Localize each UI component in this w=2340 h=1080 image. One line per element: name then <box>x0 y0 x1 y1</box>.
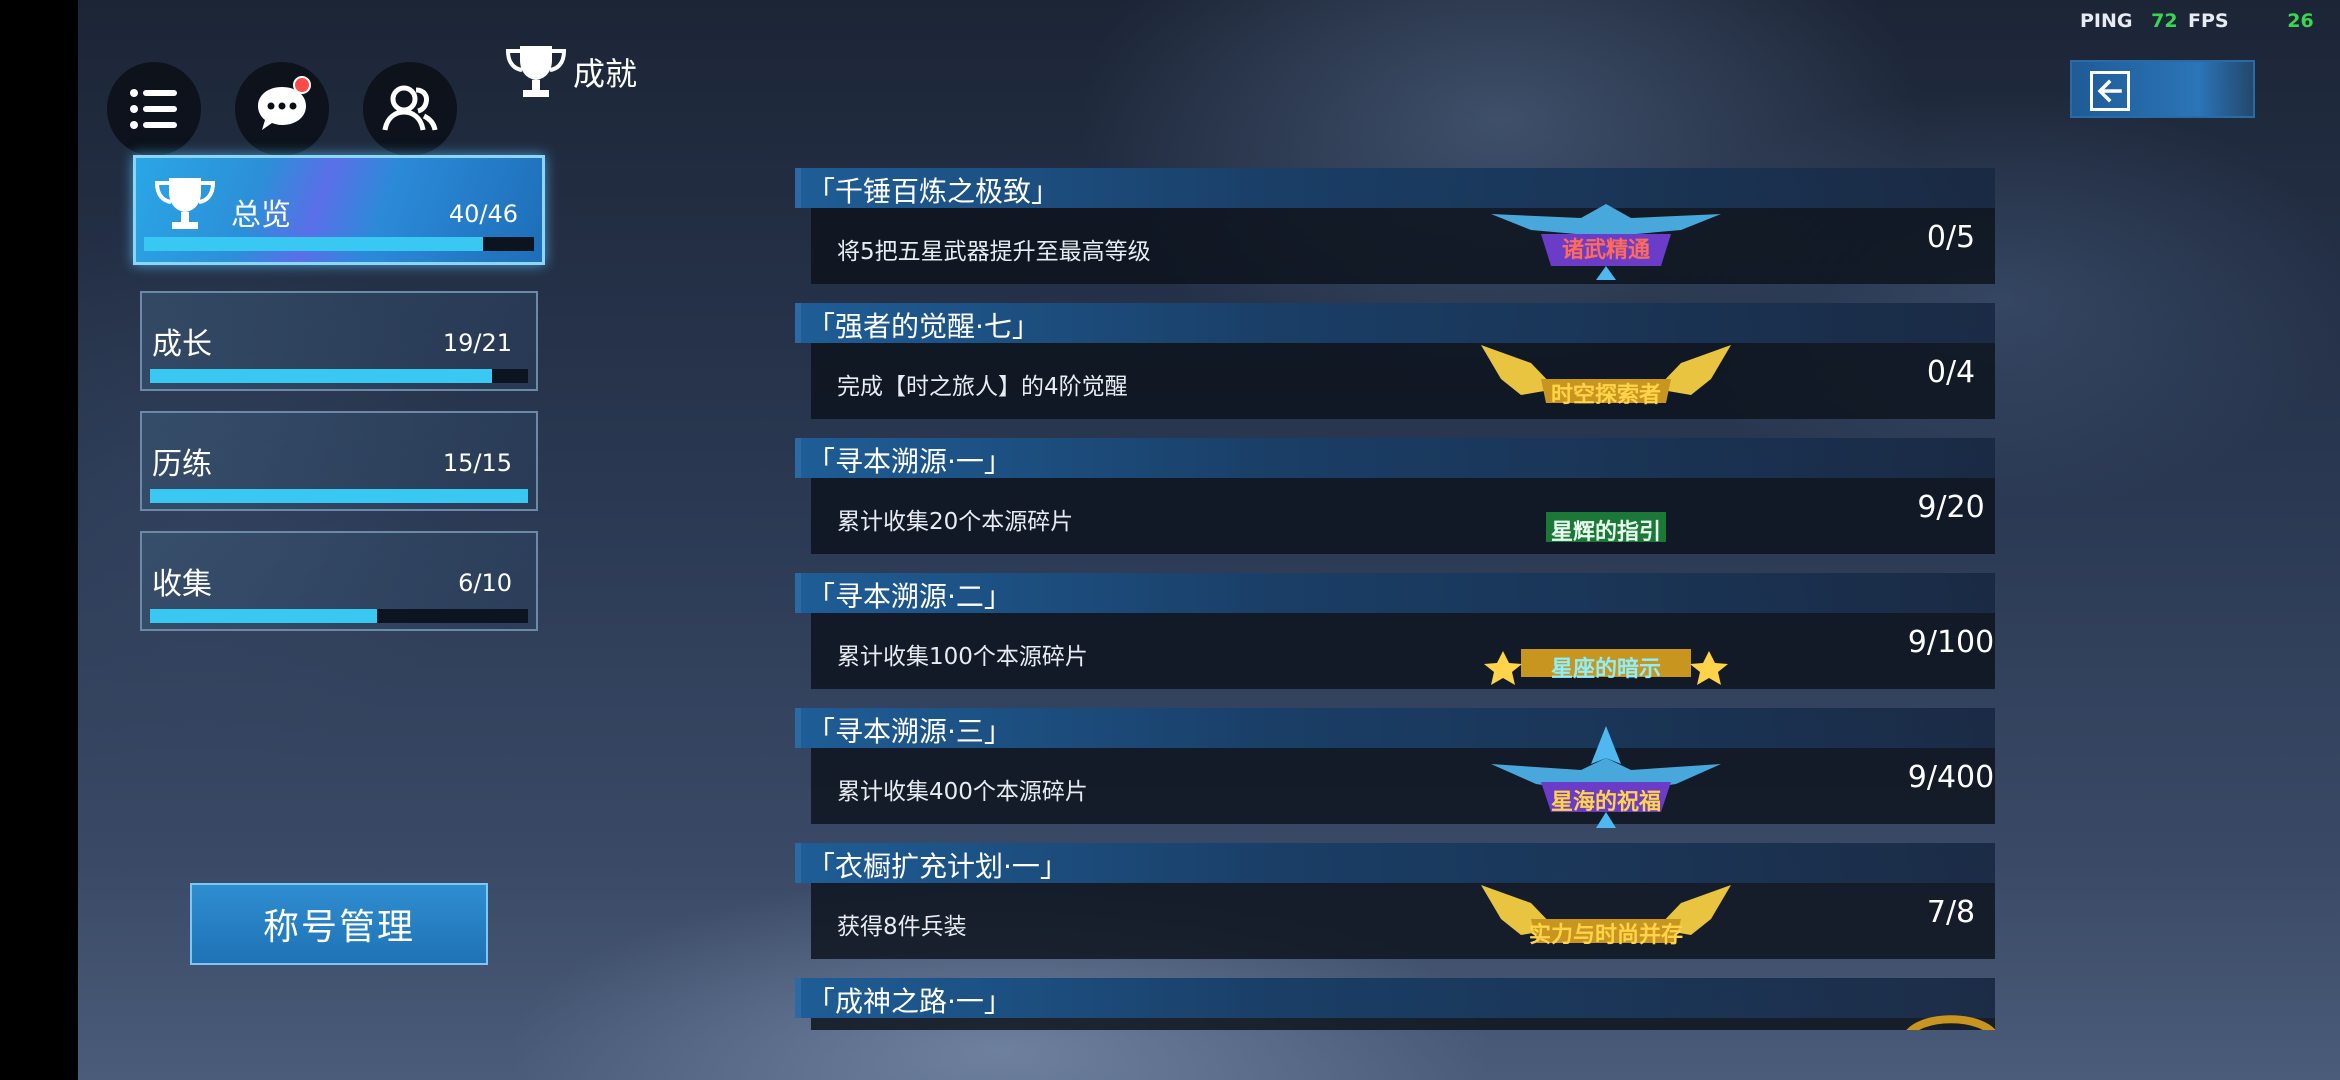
achievement-name: 「寻本溯源·二」 <box>807 580 1012 613</box>
achievement-progress: 9/20 <box>1917 490 1985 525</box>
trophy-icon <box>154 178 216 229</box>
achievement-body: 将5把五星武器提升至最高等级 诸武精通 0/5 <box>811 204 1995 284</box>
achievement-row: 「寻本溯源·二」 累计收集100个本源碎片 星座的暗示 9/100 <box>795 573 1995 693</box>
category-overview[interactable]: 总览 40/46 <box>133 155 545 265</box>
fps-label: FPS <box>2188 10 2229 32</box>
achievement-body: 获得8件兵装 实力与时尚并存 7/8 <box>811 883 1995 959</box>
achievement-name: 「千锤百炼之极致」 <box>807 175 1060 208</box>
title-badge-text: 星辉的指引 <box>1550 520 1661 545</box>
gold-wings-icon <box>1481 885 1731 943</box>
category-count: 6/10 <box>458 569 512 597</box>
title-badge-text: 星座的暗示 <box>1550 657 1661 682</box>
trophy-icon <box>505 46 567 97</box>
category-count: 19/21 <box>442 329 512 357</box>
achievement-name: 「衣橱扩充计划·一」 <box>807 850 1068 883</box>
friends-button[interactable] <box>363 62 457 156</box>
category-label: 成长 <box>152 327 212 362</box>
achievement-description: 获得8件兵装 <box>837 914 967 940</box>
menu-button[interactable] <box>107 62 201 156</box>
title-badge: 星辉的指引 <box>1461 454 1751 564</box>
back-button[interactable] <box>2070 60 2255 118</box>
title-badge-text: 实力与时尚并存 <box>1528 923 1683 948</box>
category-progress-fill <box>150 369 493 383</box>
ping-readout: PING 72 <box>2080 10 2178 32</box>
achievement-description: 累计收集100个本源碎片 <box>837 644 1088 670</box>
screen-edge <box>0 0 78 1080</box>
achievement-row-partial: 「成神之路·一」 <box>795 978 1995 1030</box>
category-training[interactable]: 历练 15/15 <box>140 411 538 511</box>
title-badge: 星座的暗示 <box>1461 589 1751 699</box>
category-progress-bar <box>150 489 528 503</box>
achievement-name: 「寻本溯源·三」 <box>807 715 1012 748</box>
title-badge-text: 诸武精通 <box>1561 238 1650 263</box>
ping-label: PING <box>2080 10 2133 32</box>
achievement-name-bar: 「强者的觉醒·七」 <box>795 303 1995 343</box>
achievement-description: 累计收集20个本源碎片 <box>837 509 1074 535</box>
achievement-progress: 7/8 <box>1926 895 1976 930</box>
title-badge: 时空探索者 <box>1461 319 1751 429</box>
title-badge: 实力与时尚并存 <box>1461 859 1751 969</box>
back-arrow-icon <box>2090 71 2130 111</box>
menu-icon <box>130 89 177 129</box>
notification-dot <box>293 76 311 94</box>
achievement-description: 累计收集400个本源碎片 <box>837 779 1088 805</box>
friends-icon <box>382 85 438 131</box>
chat-button[interactable] <box>235 62 329 156</box>
achievement-row: 「寻本溯源·三」 累计收集400个本源碎片 星海的祝福 9/400 <box>795 708 1995 828</box>
category-progress-fill <box>144 237 484 251</box>
achievement-row: 「寻本溯源·一」 累计收集20个本源碎片 星辉的指引 9/20 <box>795 438 1995 558</box>
category-label: 历练 <box>152 447 212 482</box>
achievement-name: 「寻本溯源·一」 <box>807 445 1012 478</box>
achievement-row: 「千锤百炼之极致」 将5把五星武器提升至最高等级 诸武精通 0/5 <box>795 168 1995 288</box>
achievement-name-bar: 「寻本溯源·一」 <box>795 438 1995 478</box>
green-plate-icon <box>1546 512 1666 542</box>
achievement-name-bar: 「寻本溯源·三」 <box>795 708 1995 748</box>
page-title-text: 成就 <box>573 55 638 93</box>
achievement-body: 累计收集20个本源碎片 星辉的指引 9/20 <box>811 478 1995 554</box>
category-count: 40/46 <box>448 200 518 228</box>
achievement-row: 「强者的觉醒·七」 完成【时之旅人】的4阶觉醒 时空探索者 0/4 <box>795 303 1995 423</box>
title-badge: 诸武精通 <box>1461 184 1751 294</box>
winged-crest-icon <box>1491 726 1721 828</box>
achievement-row: 「衣橱扩充计划·一」 获得8件兵装 实力与时尚并存 7/8 <box>795 843 1995 963</box>
achievement-description: 完成【时之旅人】的4阶觉醒 <box>837 374 1128 400</box>
achievement-name: 「成神之路·一」 <box>807 985 1012 1018</box>
achievement-name-bar: 「千锤百炼之极致」 <box>795 168 1995 208</box>
achievement-name-bar: 「衣橱扩充计划·一」 <box>795 843 1995 883</box>
category-count: 15/15 <box>442 449 512 477</box>
fps-readout: FPS 26 <box>2188 10 2314 32</box>
category-label: 总览 <box>231 198 291 233</box>
page-title: 成就 <box>505 44 637 100</box>
achievement-body: 完成【时之旅人】的4阶觉醒 时空探索者 0/4 <box>811 343 1995 419</box>
category-progress-bar <box>144 237 534 251</box>
achievement-name-bar: 「寻本溯源·二」 <box>795 573 1995 613</box>
title-management-button[interactable]: 称号管理 <box>190 883 488 965</box>
ping-value: 72 <box>2151 10 2178 32</box>
category-progress-bar <box>150 609 528 623</box>
achievement-body: 累计收集400个本源碎片 星海的祝福 9/400 <box>811 726 1995 828</box>
achievement-name: 「强者的觉醒·七」 <box>807 310 1040 343</box>
achievement-name-bar: 「成神之路·一」 <box>795 978 1995 1018</box>
category-progress-fill <box>150 609 377 623</box>
category-growth[interactable]: 成长 19/21 <box>140 291 538 391</box>
category-label: 收集 <box>152 567 212 602</box>
achievement-description: 将5把五星武器提升至最高等级 <box>837 239 1151 265</box>
category-collection[interactable]: 收集 6/10 <box>140 531 538 631</box>
fps-value: 26 <box>2287 10 2314 32</box>
title-badge-text: 星海的祝福 <box>1550 790 1661 815</box>
achievement-progress: 9/400 <box>1907 760 1995 795</box>
gold-wings-icon <box>1481 345 1731 403</box>
emblem-icon <box>1907 1015 1995 1030</box>
achievement-progress: 0/5 <box>1926 220 1976 255</box>
title-badge: 星海的祝福 <box>1461 724 1751 834</box>
achievement-progress: 0/4 <box>1926 355 1976 390</box>
category-progress-bar <box>150 369 528 383</box>
achievement-body <box>811 1015 1995 1030</box>
category-progress-fill <box>150 489 528 503</box>
achievement-body: 累计收集100个本源碎片 星座的暗示 9/100 <box>811 613 1995 689</box>
title-badge-text: 时空探索者 <box>1550 383 1661 408</box>
achievement-progress: 9/100 <box>1907 625 1995 660</box>
